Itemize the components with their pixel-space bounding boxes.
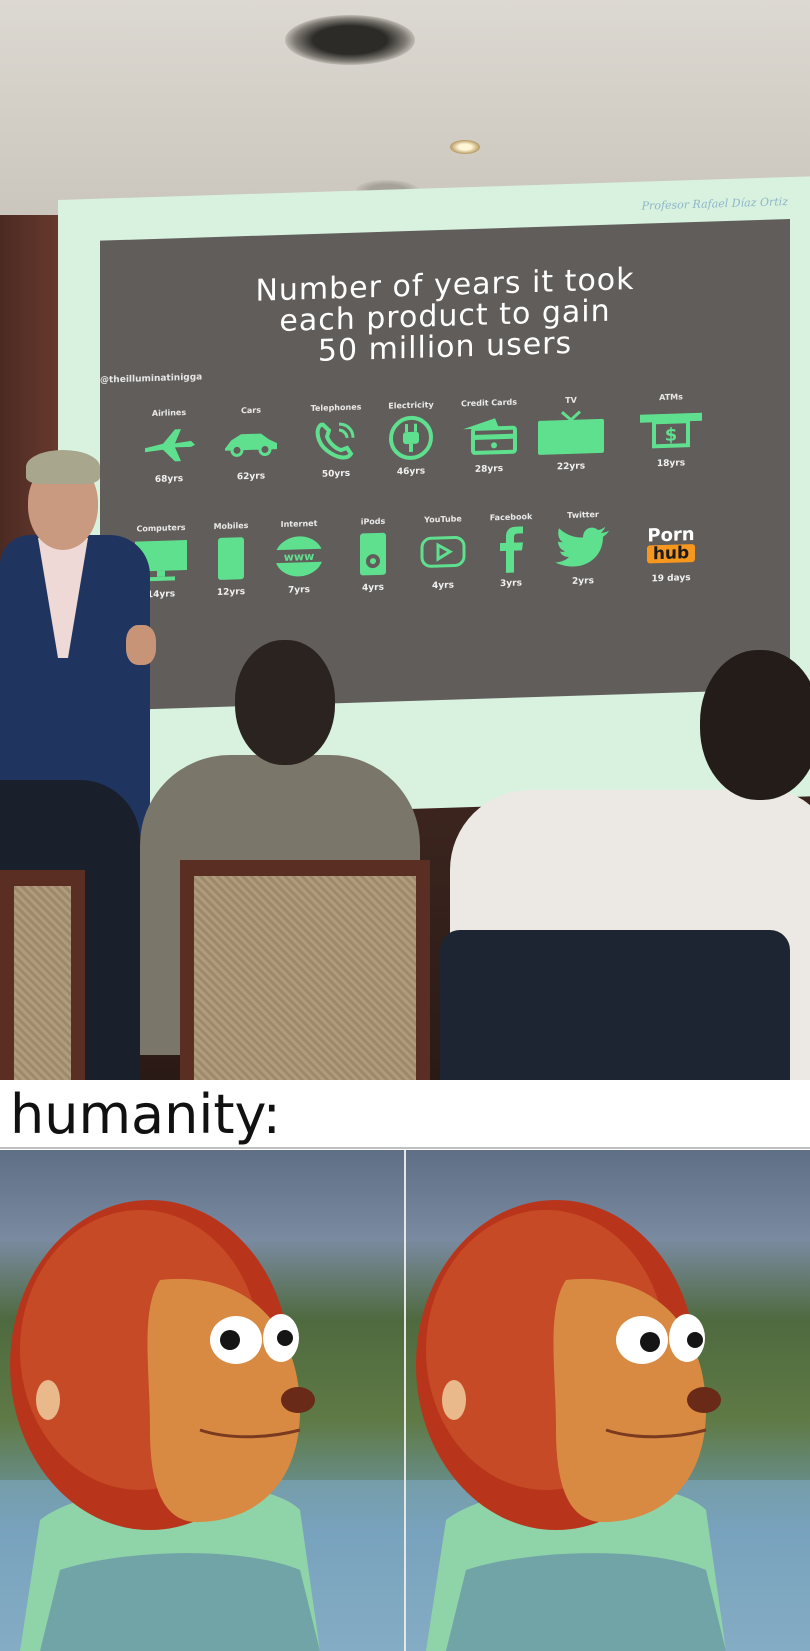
product-item-atms: ATMs $ 18yrs [630, 391, 712, 470]
product-item-pornhub: Porn hub 19 days [630, 506, 712, 585]
chair-jacket [440, 930, 790, 1080]
logo-text-bottom: hub [646, 543, 696, 564]
svg-text:$: $ [665, 425, 678, 446]
play-icon [420, 535, 466, 568]
credit-card-icon [459, 414, 519, 458]
product-item-facebook: Facebook 3yrs [470, 511, 552, 590]
tv-icon [536, 409, 606, 457]
product-years: 18yrs [656, 458, 686, 470]
product-years: 3yrs [500, 578, 522, 590]
product-item-cars: Cars 62yrs [210, 405, 292, 484]
meme-caption: humanity: [10, 1083, 281, 1146]
ceiling-light [450, 140, 480, 154]
telephone-icon [311, 417, 361, 463]
product-item-tv: TV 22yrs [530, 395, 612, 474]
product-years: 50yrs [321, 468, 351, 480]
ipod-icon [358, 531, 388, 578]
mobile-icon [216, 535, 246, 582]
atm-icon: $ [638, 409, 704, 451]
product-years: 62yrs [236, 471, 266, 483]
product-item-internet: Internet www 7yrs [258, 518, 340, 597]
presentation-photo: Profesor Rafael Díaz Ortiz Number of yea… [0, 0, 810, 1080]
product-years: 2yrs [572, 576, 594, 587]
product-item-twitter: Twitter 2yrs [542, 509, 624, 588]
car-icon [221, 427, 281, 459]
facebook-icon [496, 526, 526, 573]
monkey-puppet-panel-looking-away [406, 1150, 810, 1651]
slide: Number of years it took each product to … [100, 218, 790, 711]
product-years: 19 days [651, 573, 691, 585]
chair [0, 870, 85, 1080]
slide-title: Number of years it took each product to … [100, 259, 790, 374]
product-item-telephones: Telephones 50yrs [295, 402, 377, 481]
product-item-credit-cards: Credit Cards 28yrs [448, 397, 530, 476]
slide-credit: Profesor Rafael Díaz Ortiz [641, 195, 788, 213]
slide-handle: @theilluminatinigga [100, 372, 203, 386]
product-years: 7yrs [288, 585, 310, 596]
product-item-electricity: Electricity 46yrs [370, 400, 452, 479]
pornhub-logo: Porn hub [646, 524, 696, 564]
divider [0, 1147, 810, 1149]
product-years: 46yrs [396, 466, 426, 478]
product-years: 28yrs [474, 464, 504, 475]
bird-icon [555, 525, 611, 571]
product-years: 22yrs [556, 461, 586, 473]
monkey-puppet-image [0, 1200, 404, 1651]
monkey-puppet-panel-looking [0, 1150, 404, 1651]
plug-icon [387, 413, 435, 463]
globe-icon: www [272, 533, 326, 581]
ceiling-vent [285, 15, 415, 65]
product-row-1: Airlines 68yrs Cars 62yrs Telephones 50y… [100, 389, 790, 521]
monkey-puppet-image [406, 1200, 810, 1651]
product-row-2: Computers 14yrs Mobiles 12yrs Internet w… [100, 504, 790, 636]
svg-text:www: www [284, 550, 314, 564]
chair [180, 860, 430, 1080]
